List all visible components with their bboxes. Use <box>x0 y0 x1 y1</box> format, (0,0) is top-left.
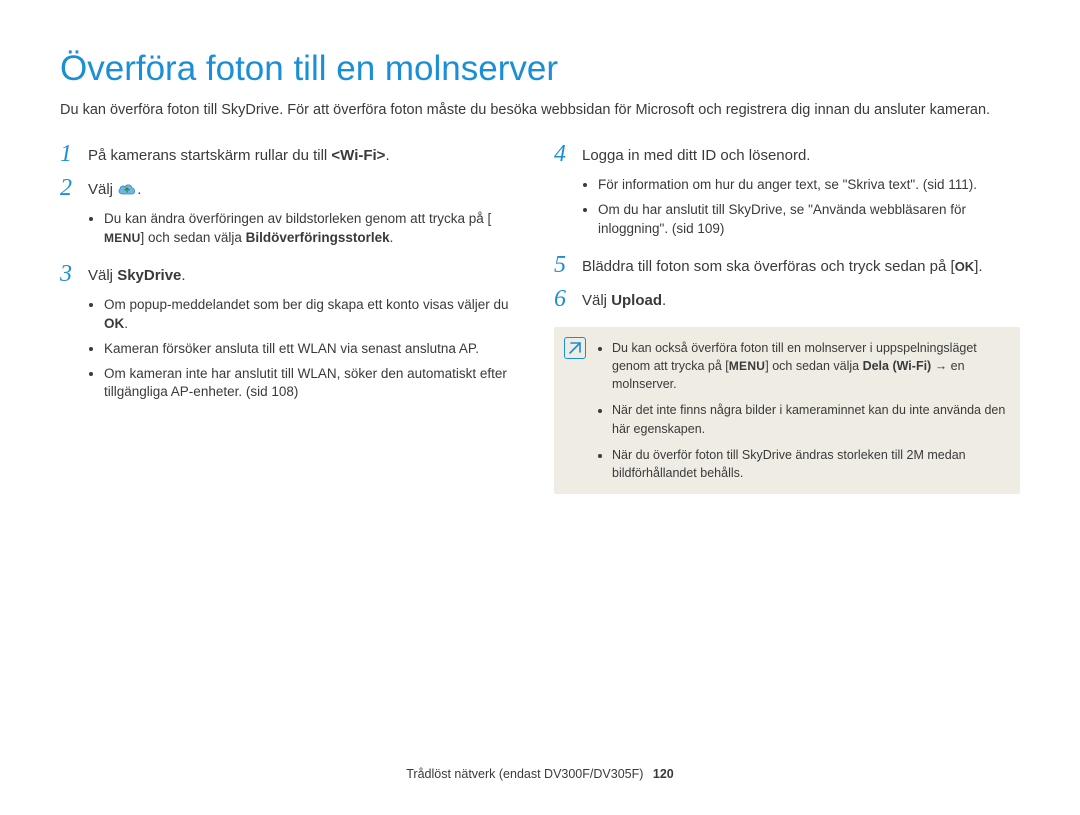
step-number: 1 <box>60 142 78 166</box>
text: Välj <box>88 267 117 284</box>
note-item: När du överför foton till SkyDrive ändra… <box>612 446 1006 482</box>
columns: 1 På kamerans startskärm rullar du till … <box>60 142 1020 494</box>
step-text: Välj SkyDrive. <box>88 262 526 286</box>
bold: <Wi-Fi> <box>331 147 385 164</box>
step-3: 3 Välj SkyDrive. <box>60 262 526 286</box>
text: Välj <box>88 181 117 198</box>
menu-key-icon: MENU <box>104 230 141 247</box>
intro-text: Du kan överföra foton till SkyDrive. För… <box>60 101 1020 121</box>
step-text: Välj . <box>88 176 526 200</box>
note-icon <box>564 337 586 359</box>
left-column: 1 På kamerans startskärm rullar du till … <box>60 142 526 494</box>
bold: Dela (Wi-Fi) <box>863 359 932 373</box>
text: → <box>931 359 950 373</box>
text: Du kan ändra överföringen av bildstorlek… <box>104 211 491 226</box>
note-box: Du kan också överföra foton till en moln… <box>554 327 1020 494</box>
step-text: Bläddra till foton som ska överföras och… <box>582 253 1020 277</box>
text: På kamerans startskärm rullar du till <box>88 147 331 164</box>
text: ] och sedan välja <box>765 359 862 373</box>
text: . <box>181 267 185 284</box>
step-1: 1 På kamerans startskärm rullar du till … <box>60 142 526 166</box>
note-item: Du kan också överföra foton till en moln… <box>612 339 1006 394</box>
bold: OK <box>104 316 124 331</box>
note-item: När det inte finns några bilder i kamera… <box>612 401 1006 437</box>
bold: SkyDrive <box>117 267 181 284</box>
note-list: Du kan också överföra foton till en moln… <box>596 339 1006 482</box>
footer: Trådlöst nätverk (endast DV300F/DV305F) … <box>0 767 1080 781</box>
step-number: 6 <box>554 287 572 311</box>
bold: Bildöverföringsstorlek <box>246 230 390 245</box>
step-2: 2 Välj . <box>60 176 526 200</box>
bullet: Om du har anslutit till SkyDrive, se "An… <box>598 201 1020 239</box>
step-2-bullets: Du kan ändra överföringen av bildstorlek… <box>90 210 526 248</box>
step-number: 4 <box>554 142 572 166</box>
step-6: 6 Välj Upload. <box>554 287 1020 311</box>
text: Om popup-meddelandet som ber dig skapa e… <box>104 297 508 312</box>
text: . <box>124 316 128 331</box>
right-column: 4 Logga in med ditt ID och lösenord. För… <box>554 142 1020 494</box>
text: . <box>137 181 141 198</box>
text: ] och sedan välja <box>141 230 246 245</box>
text: Bläddra till foton som ska överföras och… <box>582 258 955 275</box>
text: . <box>662 292 666 309</box>
step-text: På kamerans startskärm rullar du till <W… <box>88 142 526 166</box>
cloud-icon <box>117 182 137 196</box>
step-text: Välj Upload. <box>582 287 1020 311</box>
step-number: 2 <box>60 176 78 200</box>
bullet: Om popup-meddelandet som ber dig skapa e… <box>104 296 526 334</box>
step-text: Logga in med ditt ID och lösenord. <box>582 142 1020 166</box>
page-number: 120 <box>653 767 674 781</box>
text: . <box>390 230 394 245</box>
bullet: Om kameran inte har anslutit till WLAN, … <box>104 365 526 403</box>
step-number: 5 <box>554 253 572 277</box>
menu-key-icon: MENU <box>729 358 766 375</box>
page-title: Överföra foton till en molnserver <box>60 50 1020 89</box>
bullet: Du kan ändra överföringen av bildstorlek… <box>104 210 526 248</box>
step-number: 3 <box>60 262 78 286</box>
step-4-bullets: För information om hur du anger text, se… <box>584 176 1020 239</box>
text: ]. <box>974 258 982 275</box>
step-4: 4 Logga in med ditt ID och lösenord. <box>554 142 1020 166</box>
step-3-bullets: Om popup-meddelandet som ber dig skapa e… <box>90 296 526 402</box>
bold: Upload <box>611 292 662 309</box>
step-5: 5 Bläddra till foton som ska överföras o… <box>554 253 1020 277</box>
bullet: För information om hur du anger text, se… <box>598 176 1020 195</box>
bullet: Kameran försöker ansluta till ett WLAN v… <box>104 340 526 359</box>
text: . <box>385 147 389 164</box>
text: Välj <box>582 292 611 309</box>
footer-text: Trådlöst nätverk (endast DV300F/DV305F) <box>406 767 643 781</box>
ok-key-icon: OK <box>955 258 975 276</box>
